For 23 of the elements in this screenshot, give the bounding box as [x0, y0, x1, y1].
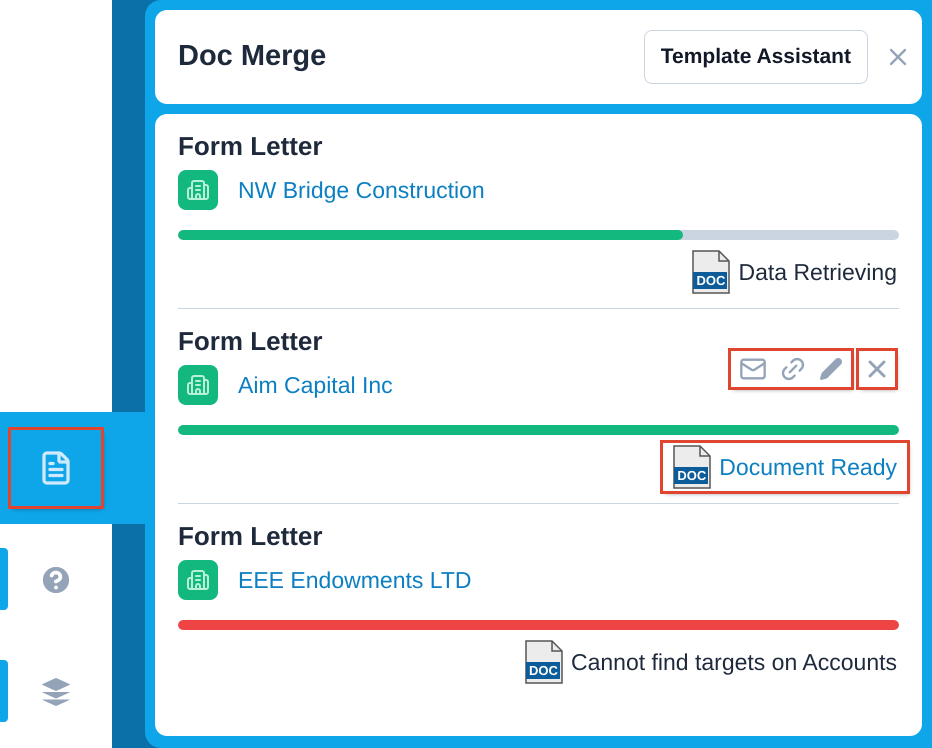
merge-title: Form Letter [178, 325, 324, 357]
account-link[interactable]: EEE Endowments LTD [238, 562, 472, 598]
doc-file-icon: DOC [524, 640, 563, 684]
edit-icon[interactable] [819, 357, 843, 381]
merge-title: Form Letter [178, 520, 324, 552]
sidebar-item[interactable] [0, 412, 145, 524]
doc-file-icon: DOC [692, 250, 730, 294]
account-link[interactable]: NW Bridge Construction [238, 172, 485, 208]
merge-status: Cannot find targets on Accounts [570, 648, 897, 677]
merge-status: Data Retrieving [738, 258, 897, 287]
building-icon [178, 170, 218, 210]
building-icon [178, 365, 218, 405]
doc-file-icon: DOC [673, 445, 712, 489]
tab-indicator [0, 660, 8, 722]
merge-status[interactable]: Document Ready [719, 450, 897, 484]
building-icon [178, 560, 218, 600]
merge-title: Form Letter [178, 130, 324, 162]
sidebar-item[interactable] [0, 524, 112, 636]
account-link[interactable]: Aim Capital Inc [238, 368, 393, 402]
template-assistant-button[interactable]: Template Assistant [644, 30, 868, 84]
sidebar-item[interactable] [0, 636, 112, 748]
tab-indicator [0, 548, 8, 610]
panel-title: Doc Merge [178, 39, 328, 74]
